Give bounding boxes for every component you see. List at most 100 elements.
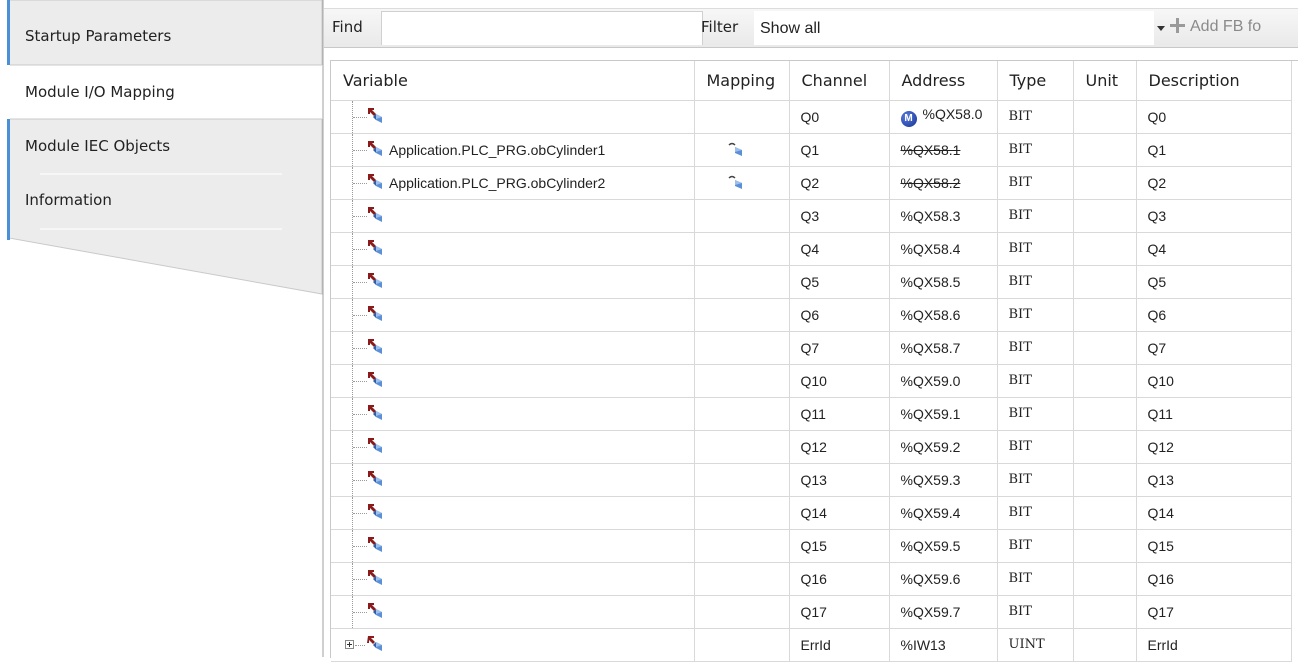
column-header-mapping[interactable]: Mapping bbox=[694, 61, 790, 101]
mapping-cell[interactable] bbox=[694, 628, 790, 662]
table-row[interactable]: Q17 %QX59.7 BIT Q17 bbox=[331, 595, 1292, 629]
mapping-cell[interactable] bbox=[694, 496, 790, 530]
description-cell[interactable]: Q11 bbox=[1136, 397, 1292, 431]
description-cell[interactable]: Q4 bbox=[1136, 232, 1292, 266]
variable-cell[interactable] bbox=[331, 496, 695, 530]
variable-cell[interactable] bbox=[331, 199, 695, 233]
table-row[interactable]: Application.PLC_PRG.obCylinder2 Q2 %QX58.2… bbox=[331, 166, 1292, 200]
description-cell[interactable]: Q1 bbox=[1136, 133, 1292, 167]
unit-cell[interactable] bbox=[1073, 628, 1137, 662]
find-input[interactable] bbox=[381, 11, 703, 45]
table-row[interactable]: Q3 %QX58.3 BIT Q3 bbox=[331, 199, 1292, 233]
mapping-cell[interactable] bbox=[694, 232, 790, 266]
unit-cell[interactable] bbox=[1073, 265, 1137, 299]
add-fb-button[interactable]: Add FB fo bbox=[1170, 18, 1261, 36]
mapping-cell[interactable] bbox=[694, 364, 790, 398]
variable-cell[interactable] bbox=[331, 397, 695, 431]
address-value: %QX58.0 bbox=[922, 106, 983, 122]
description-cell[interactable]: Q16 bbox=[1136, 562, 1292, 596]
mapping-cell[interactable] bbox=[694, 463, 790, 497]
variable-cell[interactable] bbox=[331, 232, 695, 266]
unit-cell[interactable] bbox=[1073, 331, 1137, 365]
mapping-cell[interactable] bbox=[694, 331, 790, 365]
variable-cell[interactable]: Application.PLC_PRG.obCylinder1 bbox=[331, 133, 695, 167]
variable-cell[interactable] bbox=[331, 463, 695, 497]
description-cell[interactable]: Q13 bbox=[1136, 463, 1292, 497]
channel-cell: Q11 bbox=[789, 397, 890, 431]
unit-cell[interactable] bbox=[1073, 496, 1137, 530]
description-cell[interactable]: Q6 bbox=[1136, 298, 1292, 332]
description-cell[interactable]: Q3 bbox=[1136, 199, 1292, 233]
table-row[interactable]: Q14 %QX59.4 BIT Q14 bbox=[331, 496, 1292, 530]
unit-cell[interactable] bbox=[1073, 199, 1137, 233]
description-cell[interactable]: Q5 bbox=[1136, 265, 1292, 299]
variable-cell[interactable] bbox=[331, 100, 695, 134]
table-row[interactable]: Q15 %QX59.5 BIT Q15 bbox=[331, 529, 1292, 563]
mapping-cell[interactable] bbox=[694, 133, 790, 167]
mapping-cell[interactable] bbox=[694, 595, 790, 629]
variable-cell[interactable] bbox=[331, 430, 695, 464]
description-cell[interactable]: Q15 bbox=[1136, 529, 1292, 563]
unit-cell[interactable] bbox=[1073, 166, 1137, 200]
unit-cell[interactable] bbox=[1073, 298, 1137, 332]
mapping-cell[interactable] bbox=[694, 265, 790, 299]
unit-cell[interactable] bbox=[1073, 463, 1137, 497]
table-row[interactable]: Q13 %QX59.3 BIT Q13 bbox=[331, 463, 1292, 497]
expand-icon[interactable] bbox=[345, 639, 354, 649]
mapping-cell[interactable] bbox=[694, 100, 790, 134]
table-row[interactable]: Q10 %QX59.0 BIT Q10 bbox=[331, 364, 1292, 398]
table-row[interactable]: Q5 %QX58.5 BIT Q5 bbox=[331, 265, 1292, 299]
unit-cell[interactable] bbox=[1073, 100, 1137, 134]
variable-cell[interactable] bbox=[331, 331, 695, 365]
unit-cell[interactable] bbox=[1073, 595, 1137, 629]
variable-cell[interactable] bbox=[331, 595, 695, 629]
tab-label: Module IEC Objects bbox=[25, 137, 171, 155]
mapping-cell[interactable] bbox=[694, 199, 790, 233]
column-header-channel[interactable]: Channel bbox=[789, 61, 890, 101]
table-row[interactable]: Q12 %QX59.2 BIT Q12 bbox=[331, 430, 1292, 464]
mapping-cell[interactable] bbox=[694, 430, 790, 464]
column-header-address[interactable]: Address bbox=[889, 61, 998, 101]
variable-cell[interactable] bbox=[331, 529, 695, 563]
mapping-cell[interactable] bbox=[694, 529, 790, 563]
unit-cell[interactable] bbox=[1073, 430, 1137, 464]
description-cell[interactable]: ErrId bbox=[1136, 628, 1292, 662]
table-row[interactable]: Q11 %QX59.1 BIT Q11 bbox=[331, 397, 1292, 431]
mapping-cell[interactable] bbox=[694, 166, 790, 200]
unit-cell[interactable] bbox=[1073, 133, 1137, 167]
column-header-description[interactable]: Description bbox=[1136, 61, 1292, 101]
table-row[interactable]: ErrId %IW13 UINT ErrId bbox=[331, 628, 1292, 662]
description-cell[interactable]: Q10 bbox=[1136, 364, 1292, 398]
unit-cell[interactable] bbox=[1073, 397, 1137, 431]
table-row[interactable]: Q7 %QX58.7 BIT Q7 bbox=[331, 331, 1292, 365]
unit-cell[interactable] bbox=[1073, 529, 1137, 563]
chevron-down-icon[interactable] bbox=[1157, 26, 1165, 31]
table-row[interactable]: Q6 %QX58.6 BIT Q6 bbox=[331, 298, 1292, 332]
variable-cell[interactable] bbox=[331, 265, 695, 299]
description-cell[interactable]: Q0 bbox=[1136, 100, 1292, 134]
description-cell[interactable]: Q7 bbox=[1136, 331, 1292, 365]
unit-cell[interactable] bbox=[1073, 232, 1137, 266]
unit-cell[interactable] bbox=[1073, 562, 1137, 596]
mapping-cell[interactable] bbox=[694, 562, 790, 596]
table-row[interactable]: Q4 %QX58.4 BIT Q4 bbox=[331, 232, 1292, 266]
variable-cell[interactable] bbox=[331, 628, 695, 662]
mapping-cell[interactable] bbox=[694, 298, 790, 332]
table-row[interactable]: Q0 M %QX58.0 BIT Q0 bbox=[331, 100, 1292, 134]
description-cell[interactable]: Q17 bbox=[1136, 595, 1292, 629]
variable-cell[interactable] bbox=[331, 298, 695, 332]
column-header-unit[interactable]: Unit bbox=[1073, 61, 1137, 101]
mapping-cell[interactable] bbox=[694, 397, 790, 431]
table-row[interactable]: Application.PLC_PRG.obCylinder1 Q1 %QX58.1… bbox=[331, 133, 1292, 167]
description-cell[interactable]: Q12 bbox=[1136, 430, 1292, 464]
column-header-variable[interactable]: Variable bbox=[331, 61, 695, 101]
column-header-type[interactable]: Type bbox=[997, 61, 1074, 101]
table-row[interactable]: Q16 %QX59.6 BIT Q16 bbox=[331, 562, 1292, 596]
description-cell[interactable]: Q2 bbox=[1136, 166, 1292, 200]
variable-cell[interactable]: Application.PLC_PRG.obCylinder2 bbox=[331, 166, 695, 200]
variable-name: Application.PLC_PRG.obCylinder1 bbox=[389, 141, 606, 158]
variable-cell[interactable] bbox=[331, 364, 695, 398]
description-cell[interactable]: Q14 bbox=[1136, 496, 1292, 530]
unit-cell[interactable] bbox=[1073, 364, 1137, 398]
variable-cell[interactable] bbox=[331, 562, 695, 596]
